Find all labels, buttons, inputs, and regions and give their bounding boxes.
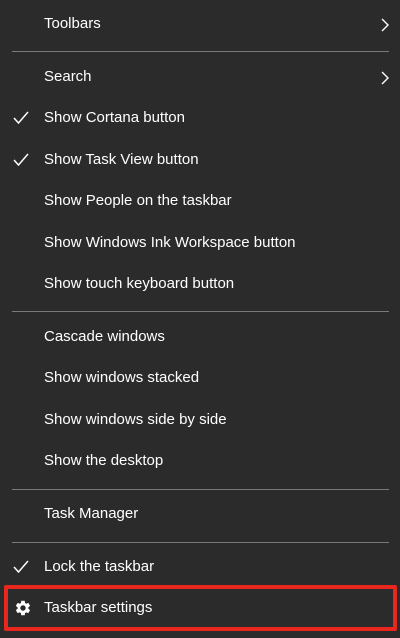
menu-item-label: Cascade windows (44, 328, 165, 345)
menu-item-label: Task Manager (44, 505, 139, 522)
menu-separator (12, 51, 389, 52)
menu-item-task-manager[interactable]: Task Manager (0, 494, 400, 534)
menu-separator (12, 542, 389, 543)
checkmark-icon (13, 560, 29, 574)
menu-item-label: Search (44, 68, 92, 85)
menu-item-label: Show windows stacked (44, 369, 200, 386)
menu-item-label: Taskbar settings (44, 599, 153, 616)
menu-item-lock-taskbar[interactable]: Lock the taskbar (0, 547, 400, 587)
menu-item-label: Show Cortana button (44, 109, 185, 126)
menu-item-show-cortana-button[interactable]: Show Cortana button (0, 98, 400, 138)
menu-item-show-touch-keyboard[interactable]: Show touch keyboard button (0, 264, 400, 304)
taskbar-context-menu: Toolbars Search Show Cortana button Show… (0, 0, 400, 638)
menu-item-label: Show touch keyboard button (44, 275, 235, 292)
chevron-right-icon (381, 71, 389, 85)
menu-item-label: Show Windows Ink Workspace button (44, 234, 296, 251)
checkmark-icon (13, 153, 29, 167)
menu-item-label: Show Task View button (44, 151, 199, 168)
checkmark-icon (13, 111, 29, 125)
menu-item-show-task-view-button[interactable]: Show Task View button (0, 140, 400, 180)
menu-item-toolbars[interactable]: Toolbars (0, 4, 400, 44)
menu-item-show-windows-ink-workspace[interactable]: Show Windows Ink Workspace button (0, 223, 400, 263)
menu-item-taskbar-settings[interactable]: Taskbar settings (0, 588, 400, 628)
menu-item-show-people[interactable]: Show People on the taskbar (0, 181, 400, 221)
menu-item-show-windows-side-by-side[interactable]: Show windows side by side (0, 400, 400, 440)
menu-item-label: Show the desktop (44, 452, 164, 469)
chevron-right-icon (381, 18, 389, 32)
menu-item-show-windows-stacked[interactable]: Show windows stacked (0, 358, 400, 398)
menu-item-cascade-windows[interactable]: Cascade windows (0, 317, 400, 357)
menu-item-label: Show People on the taskbar (44, 192, 232, 209)
menu-item-label: Lock the taskbar (44, 558, 155, 575)
menu-item-search[interactable]: Search (0, 57, 400, 97)
menu-separator (12, 311, 389, 312)
menu-separator (12, 489, 389, 490)
menu-item-label: Show windows side by side (44, 411, 227, 428)
menu-item-label: Toolbars (44, 15, 101, 32)
gear-icon (15, 600, 31, 616)
menu-item-show-desktop[interactable]: Show the desktop (0, 441, 400, 481)
